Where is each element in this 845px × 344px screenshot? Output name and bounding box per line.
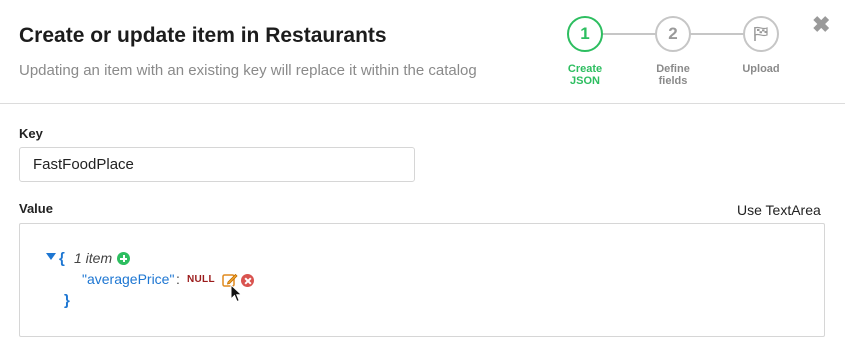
- step-number: 1: [567, 16, 603, 52]
- key-label: Key: [19, 126, 43, 141]
- step-label: Create JSON: [567, 63, 603, 87]
- step-label: Define fields: [656, 63, 690, 87]
- collapse-caret-icon[interactable]: [46, 253, 56, 261]
- modal-title: Create or update item in Restaurants: [19, 24, 387, 47]
- json-property-key[interactable]: "averagePrice": [82, 271, 174, 287]
- json-property-value[interactable]: NULL: [187, 274, 215, 285]
- step-upload: Upload: [726, 16, 796, 75]
- step-label: Upload: [742, 63, 780, 75]
- close-icon[interactable]: ✖: [812, 14, 830, 36]
- modal-header: Create or update item in Restaurants Upd…: [0, 0, 845, 104]
- item-count: 1 item: [74, 250, 113, 266]
- json-colon: :: [176, 271, 180, 287]
- step-number: 2: [655, 16, 691, 52]
- use-textarea-toggle[interactable]: Use TextArea: [737, 202, 821, 218]
- json-close-brace: }: [64, 292, 70, 309]
- checkered-flag-icon: [754, 26, 768, 41]
- step-create-json: 1 Create JSON: [550, 16, 620, 87]
- step-define-fields: 2 Define fields: [638, 16, 708, 87]
- add-item-icon[interactable]: [117, 252, 130, 265]
- mouse-cursor-icon: [230, 284, 243, 303]
- step-icon-circle: [743, 16, 779, 52]
- modal-subtitle: Updating an item with an existing key wi…: [19, 62, 477, 79]
- key-input[interactable]: [19, 147, 415, 182]
- value-label: Value: [19, 201, 53, 216]
- json-open-brace: {: [59, 250, 65, 267]
